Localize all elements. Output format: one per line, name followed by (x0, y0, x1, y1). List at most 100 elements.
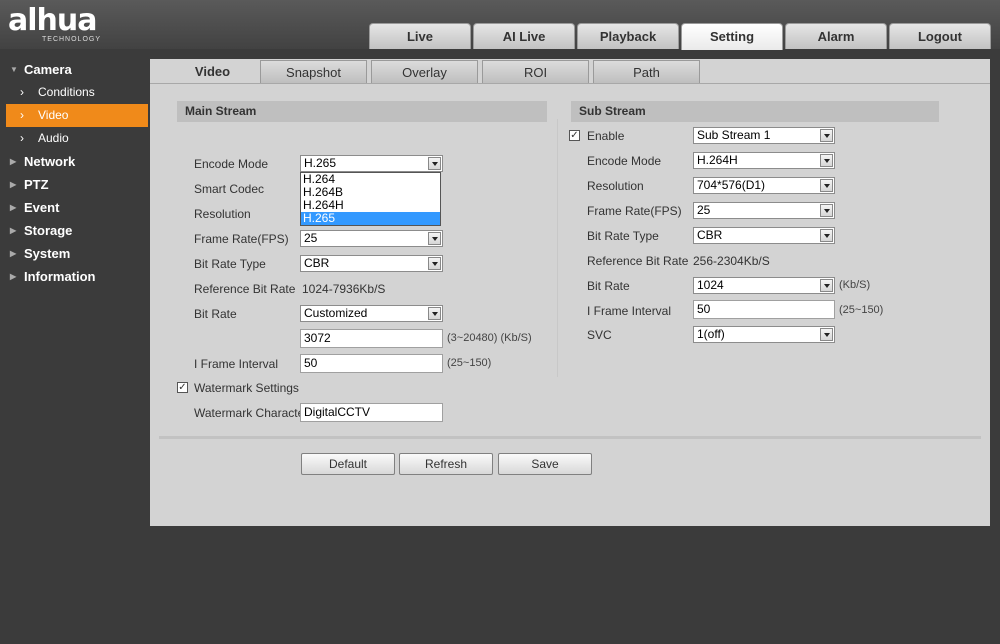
sidebar-group-label: Storage (24, 223, 73, 238)
dropdown-arrow-icon (820, 229, 833, 242)
svc-select[interactable]: 1(off) (693, 326, 835, 343)
chevron-right-icon: › (20, 131, 24, 145)
main-iframe-interval-input[interactable]: 50 (300, 354, 443, 373)
bit-rate-label: Bit Rate (194, 307, 237, 321)
sub-encode-mode-select[interactable]: H.264H (693, 152, 835, 169)
caret-right-icon: ▶ (10, 272, 17, 281)
sidebar-group-event[interactable]: ▶ Event (0, 196, 150, 219)
sidebar-group-label: Camera (24, 62, 72, 77)
sidebar-item-conditions[interactable]: › Conditions (6, 81, 150, 104)
sub-ref-bit-rate-value: 256-2304Kb/S (693, 254, 770, 268)
tab-ai-live[interactable]: AI Live (473, 23, 575, 49)
caret-right-icon: ▶ (10, 203, 17, 212)
sidebar-group-network[interactable]: ▶ Network (0, 150, 150, 173)
dropdown-arrow-icon (820, 129, 833, 142)
sidebar-group-label: Event (24, 200, 60, 215)
watermark-checkbox[interactable]: ✓ (177, 382, 188, 393)
tab-playback[interactable]: Playback (577, 23, 679, 49)
dropdown-arrow-icon (428, 157, 441, 170)
sidebar-group-ptz[interactable]: ▶ PTZ (0, 173, 150, 196)
subtab-overlay[interactable]: Overlay (371, 60, 478, 84)
refresh-button[interactable]: Refresh (399, 453, 493, 475)
sidebar-group-storage[interactable]: ▶ Storage (0, 219, 150, 242)
brand-logo: alhua TECHNOLOGY (8, 3, 102, 44)
svc-label: SVC (587, 328, 612, 342)
sidebar-item-label: Audio (38, 131, 69, 145)
tab-live[interactable]: Live (369, 23, 471, 49)
chevron-right-icon: › (20, 108, 24, 122)
sidebar-item-audio[interactable]: › Audio (6, 127, 150, 150)
tab-setting[interactable]: Setting (681, 23, 783, 50)
dropdown-arrow-icon (820, 154, 833, 167)
tab-logout[interactable]: Logout (889, 23, 991, 49)
sub-bit-rate-label: Bit Rate (587, 279, 630, 293)
sub-encode-mode-label: Encode Mode (587, 154, 662, 168)
main-frame-rate-select[interactable]: 25 (300, 230, 443, 247)
dropdown-option-selected[interactable]: H.265 (301, 212, 440, 225)
dropdown-arrow-icon (820, 179, 833, 192)
tab-alarm[interactable]: Alarm (785, 23, 887, 49)
save-button[interactable]: Save (498, 453, 592, 475)
default-button[interactable]: Default (301, 453, 395, 475)
dropdown-arrow-icon (820, 204, 833, 217)
frame-rate-label: Frame Rate(FPS) (194, 232, 289, 246)
main-bit-rate-select[interactable]: Customized (300, 305, 443, 322)
encode-mode-label: Encode Mode (194, 157, 269, 171)
sub-stream-select[interactable]: Sub Stream 1 (693, 127, 835, 144)
chevron-right-icon: › (20, 85, 24, 99)
sub-bit-rate-type-label: Bit Rate Type (587, 229, 659, 243)
sidebar-group-system[interactable]: ▶ System (0, 242, 150, 265)
caret-right-icon: ▶ (10, 249, 17, 258)
sub-frame-rate-label: Frame Rate(FPS) (587, 204, 682, 218)
enable-label: Enable (587, 129, 625, 143)
sub-ref-bit-rate-label: Reference Bit Rate (587, 254, 689, 268)
iframe-interval-label: I Frame Interval (194, 357, 279, 371)
sidebar-item-video[interactable]: › Video (6, 104, 148, 127)
settings-panel: Video Snapshot Overlay ROI Path Main Str… (150, 59, 990, 526)
main-encode-mode-select[interactable]: H.265 (300, 155, 443, 172)
dropdown-arrow-icon (820, 328, 833, 341)
iframe-interval-hint: (25~150) (447, 357, 492, 369)
sub-iframe-interval-hint: (25~150) (839, 304, 884, 316)
sub-stream-title: Sub Stream (571, 101, 939, 122)
dropdown-arrow-icon (428, 307, 441, 320)
sub-frame-rate-select[interactable]: 25 (693, 202, 835, 219)
sidebar-group-label: Network (24, 154, 76, 169)
enable-checkbox[interactable]: ✓ (569, 130, 580, 141)
sidebar: ▼ Camera › Conditions › Video › Audio ▶ Netwo… (0, 58, 150, 288)
sidebar-group-label: Information (24, 269, 96, 284)
dropdown-arrow-icon (428, 232, 441, 245)
subtab-video[interactable]: Video (159, 59, 266, 85)
subtab-snapshot[interactable]: Snapshot (260, 60, 367, 84)
sidebar-group-information[interactable]: ▶ Information (0, 265, 150, 288)
custom-bit-rate-hint: (3~20480) (Kb/S) (447, 332, 532, 344)
caret-right-icon: ▶ (10, 157, 17, 166)
encode-mode-dropdown-list: H.264 H.264B H.264H H.265 (300, 172, 441, 226)
caret-down-icon: ▼ (10, 65, 18, 74)
sub-bit-rate-type-select[interactable]: CBR (693, 227, 835, 244)
dropdown-arrow-icon (820, 279, 833, 292)
sidebar-item-label: Conditions (38, 85, 95, 99)
ref-bit-rate-value: 1024-7936Kb/S (302, 282, 386, 296)
sub-iframe-interval-label: I Frame Interval (587, 304, 672, 318)
resolution-label: Resolution (194, 207, 251, 221)
sidebar-group-label: PTZ (24, 177, 49, 192)
subtab-path[interactable]: Path (593, 60, 700, 84)
sub-bit-rate-unit: (Kb/S) (839, 279, 871, 291)
sub-iframe-interval-input[interactable]: 50 (693, 300, 835, 319)
sidebar-group-camera[interactable]: ▼ Camera (0, 58, 150, 81)
watermark-character-input[interactable]: DigitalCCTV (300, 403, 443, 422)
bit-rate-type-label: Bit Rate Type (194, 257, 266, 271)
sub-resolution-select[interactable]: 704*576(D1) (693, 177, 835, 194)
main-bit-rate-type-select[interactable]: CBR (300, 255, 443, 272)
smart-codec-label: Smart Codec (194, 182, 265, 196)
sub-bit-rate-select[interactable]: 1024 (693, 277, 835, 294)
top-bar: alhua TECHNOLOGY Live AI Live Playback S… (0, 0, 1000, 50)
sidebar-item-label: Video (38, 108, 69, 122)
subtab-roi[interactable]: ROI (482, 60, 589, 84)
sub-resolution-label: Resolution (587, 179, 644, 193)
custom-bit-rate-input[interactable]: 3072 (300, 329, 443, 348)
ref-bit-rate-label: Reference Bit Rate (194, 282, 296, 296)
watermark-character-label: Watermark Character (194, 406, 309, 420)
caret-right-icon: ▶ (10, 226, 17, 235)
